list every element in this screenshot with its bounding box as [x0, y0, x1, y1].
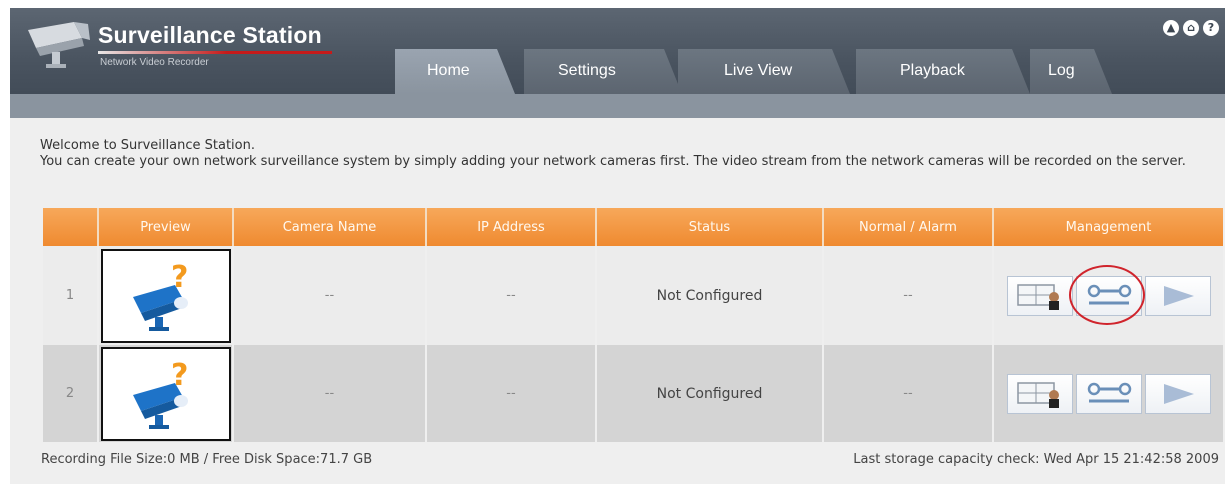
camera-logo-icon	[28, 22, 90, 68]
tab-playback[interactable]: Playback	[856, 49, 1030, 94]
edit-settings-icon	[1087, 284, 1131, 304]
preview-cell: ?	[98, 246, 234, 345]
app-title: Surveillance Station	[98, 22, 322, 48]
status: Not Configured	[596, 345, 824, 442]
welcome-line: Welcome to Surveillance Station.	[40, 138, 255, 153]
status: Not Configured	[596, 246, 824, 345]
unconfigured-camera-icon: ?	[132, 261, 188, 331]
live-view-icon	[1016, 283, 1059, 310]
camera-name: --	[233, 246, 427, 345]
live-view-icon	[1016, 381, 1059, 408]
ip-address: --	[426, 345, 597, 442]
column-header-preview: Preview	[98, 208, 234, 246]
column-header-normal-alarm: Normal / Alarm	[823, 208, 994, 246]
row-index: 2	[43, 345, 99, 442]
playback-button[interactable]	[1144, 373, 1211, 414]
live-view-button[interactable]	[1006, 373, 1073, 414]
edit-camera-button[interactable]	[1068, 264, 1145, 325]
welcome-description: You can create your own network surveill…	[40, 154, 1186, 169]
play-icon	[1163, 383, 1194, 404]
tab-log[interactable]: Log	[1030, 49, 1112, 94]
camera-preview[interactable]: ?	[100, 346, 231, 441]
app-subtitle: Network Video Recorder	[100, 57, 209, 68]
tab-live-view[interactable]: Live View	[678, 49, 850, 94]
table-header-row: Preview Camera Name IP Address Status No…	[43, 208, 1223, 246]
normal-alarm: --	[823, 345, 994, 442]
tab-settings[interactable]: Settings	[524, 49, 682, 94]
app-window: Surveillance Station Network Video Recor…	[10, 8, 1225, 484]
home-icon[interactable]: ⌂	[1183, 20, 1199, 36]
title-underline	[98, 51, 332, 54]
edit-settings-icon	[1087, 382, 1131, 402]
column-header-index	[43, 208, 99, 246]
row-index: 1	[43, 246, 99, 345]
normal-alarm: --	[823, 246, 994, 345]
table-row: 1 ? -- -- Not Configured --	[43, 246, 1223, 345]
camera-table: Preview Camera Name IP Address Status No…	[43, 208, 1223, 442]
tab-home[interactable]: Home	[395, 49, 515, 94]
welcome-text: Welcome to Surveillance Station. You can…	[40, 138, 1220, 170]
disk-space-info: Recording File Size:0 MB / Free Disk Spa…	[41, 452, 373, 467]
top-icons: ▲ ⌂ ?	[1163, 20, 1219, 36]
edit-camera-button[interactable]	[1075, 373, 1142, 414]
camera-preview[interactable]: ?	[100, 248, 231, 343]
header-bar: Surveillance Station Network Video Recor…	[10, 8, 1225, 94]
live-view-button[interactable]	[1006, 275, 1073, 316]
sub-toolbar	[10, 94, 1225, 118]
column-header-status: Status	[596, 208, 824, 246]
playback-button[interactable]	[1144, 275, 1211, 316]
storage-check-info: Last storage capacity check: Wed Apr 15 …	[853, 452, 1219, 467]
preview-cell: ?	[98, 345, 234, 442]
management-cell	[993, 345, 1223, 442]
column-header-camera-name: Camera Name	[233, 208, 427, 246]
camera-name: --	[233, 345, 427, 442]
table-row: 2 ? -- -- Not Configured --	[43, 345, 1223, 442]
column-header-management: Management	[993, 208, 1223, 246]
column-header-ip-address: IP Address	[426, 208, 597, 246]
management-cell	[993, 246, 1223, 345]
logout-icon[interactable]: ▲	[1163, 20, 1179, 36]
ip-address: --	[426, 246, 597, 345]
help-icon[interactable]: ?	[1203, 20, 1219, 36]
play-icon	[1163, 285, 1194, 306]
unconfigured-camera-icon: ?	[132, 359, 188, 429]
